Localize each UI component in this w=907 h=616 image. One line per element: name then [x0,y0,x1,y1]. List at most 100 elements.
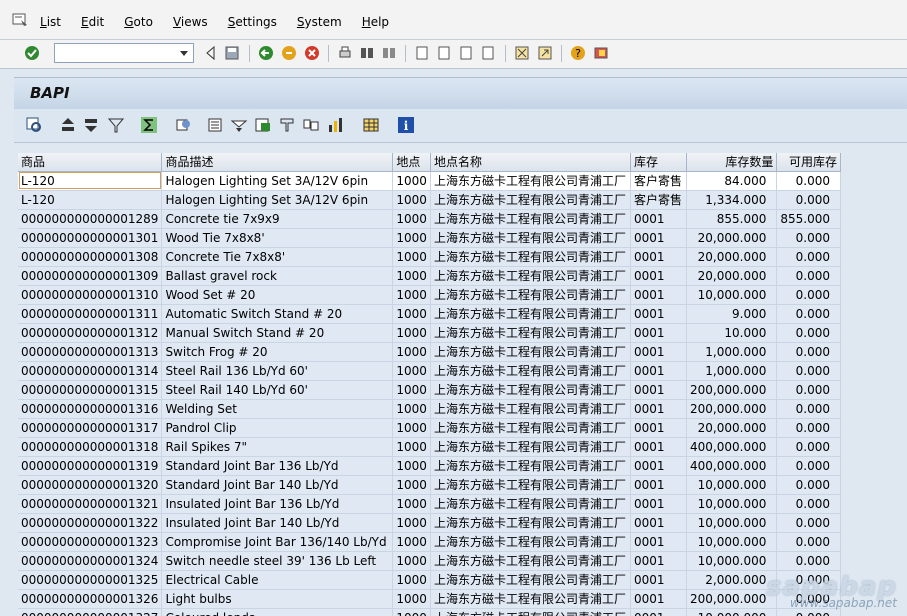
chevron-down-icon[interactable] [177,46,191,60]
table-cell[interactable]: 0001 [630,228,688,248]
column-header-stock-quantity[interactable]: 库存数量 [686,153,778,172]
table-cell[interactable]: 0.000 [776,513,841,533]
table-cell[interactable]: 0001 [630,589,688,609]
table-row[interactable]: 000000000000001320 Standard Joint Bar 140… [18,475,841,495]
table-cell[interactable]: 上海东方磁卡工程有限公司青浦工厂 [430,266,632,286]
table-cell[interactable]: 000000000000001317 [18,418,163,438]
table-cell[interactable]: 0001 [630,399,688,419]
table-cell[interactable]: 0001 [630,285,688,305]
collapse-arrow-icon[interactable] [203,45,219,61]
table-cell[interactable]: Rail Spikes 7" [161,437,394,457]
table-cell[interactable]: 1000 [392,285,431,305]
table-cell[interactable]: 200,000.000 [686,589,778,609]
table-cell[interactable]: 上海东方磁卡工程有限公司青浦工厂 [430,437,632,457]
table-row[interactable]: L-120 Halogen Lighting Set 3A/12V 6pin 100… [18,190,841,210]
table-cell[interactable]: 10,000.000 [686,494,778,514]
table-cell[interactable]: 000000000000001313 [18,342,163,362]
table-cell[interactable]: 1000 [392,190,431,210]
table-cell[interactable]: Halogen Lighting Set 3A/12V 6pin [161,171,394,191]
table-cell[interactable]: 000000000000001319 [18,456,163,476]
table-cell[interactable]: 000000000000001327 [18,608,163,616]
help-icon[interactable]: ? [570,45,586,61]
table-row[interactable]: 000000000000001289 Concrete tie 7x9x9 1000… [18,209,841,229]
table-row[interactable]: L-120 Halogen Lighting Set 3A/12V 6pin 100… [18,171,841,191]
filter-icon[interactable] [107,116,125,134]
table-row[interactable]: 000000000000001321 Insulated Joint Bar 13… [18,494,841,514]
table-cell[interactable]: Switch Frog # 20 [161,342,394,362]
table-cell[interactable]: 0.000 [776,323,841,343]
table-cell[interactable]: 1000 [392,589,431,609]
system-menu-icon[interactable] [12,13,28,27]
table-cell[interactable]: 1,000.000 [686,361,778,381]
menu-views[interactable]: Views [173,15,208,29]
table-cell[interactable]: 0001 [630,361,688,381]
table-cell[interactable]: 000000000000001315 [18,380,163,400]
table-cell[interactable]: 1000 [392,342,431,362]
table-cell[interactable]: 0001 [630,209,688,229]
table-row[interactable]: 000000000000001317 Pandrol Clip 1000 上海东方磁卡… [18,418,841,438]
table-cell[interactable]: 10,000.000 [686,532,778,552]
table-cell[interactable]: 0001 [630,513,688,533]
table-cell[interactable]: 1000 [392,361,431,381]
table-cell[interactable]: 0.000 [776,228,841,248]
table-cell[interactable]: 0001 [630,342,688,362]
table-cell[interactable]: 000000000000001322 [18,513,163,533]
next-page-icon[interactable] [458,45,474,61]
layout-icon[interactable] [362,116,380,134]
table-cell[interactable]: 0.000 [776,456,841,476]
print-preview-icon[interactable] [174,116,192,134]
table-cell[interactable]: 上海东方磁卡工程有限公司青浦工厂 [430,304,632,324]
table-cell[interactable]: 0001 [630,304,688,324]
table-row[interactable]: 000000000000001309 Ballast gravel rock 100… [18,266,841,286]
table-cell[interactable]: 0.000 [776,532,841,552]
table-cell[interactable]: 1000 [392,513,431,533]
table-cell[interactable]: 855.000 [776,209,841,229]
table-cell[interactable]: 10,000.000 [686,513,778,533]
table-cell[interactable]: Concrete tie 7x9x9 [161,209,394,229]
table-cell[interactable]: 0001 [630,551,688,571]
table-cell[interactable]: 400,000.000 [686,456,778,476]
table-cell[interactable]: 上海东方磁卡工程有限公司青浦工厂 [430,247,632,267]
table-cell[interactable]: 上海东方磁卡工程有限公司青浦工厂 [430,323,632,343]
menu-list[interactable]: List [40,15,61,29]
table-cell[interactable]: 上海东方磁卡工程有限公司青浦工厂 [430,494,632,514]
table-cell[interactable]: 0.000 [776,342,841,362]
table-row[interactable]: 000000000000001308 Concrete Tie 7x8x8' 100… [18,247,841,267]
table-cell[interactable]: Steel Rail 136 Lb/Yd 60' [161,361,394,381]
table-cell[interactable]: 000000000000001326 [18,589,163,609]
table-cell[interactable]: Halogen Lighting Set 3A/12V 6pin [161,190,394,210]
table-cell[interactable]: 1000 [392,399,431,419]
last-page-icon[interactable] [480,45,496,61]
table-cell[interactable]: 000000000000001316 [18,399,163,419]
table-cell[interactable]: L-120 [18,190,163,210]
table-cell[interactable]: 上海东方磁卡工程有限公司青浦工厂 [430,589,632,609]
information-icon[interactable]: i [397,116,415,134]
table-cell[interactable]: 1000 [392,494,431,514]
table-cell[interactable]: Concrete Tie 7x8x8' [161,247,394,267]
table-cell[interactable]: 1000 [392,437,431,457]
table-cell[interactable]: 1000 [392,380,431,400]
table-cell[interactable]: Standard Joint Bar 140 Lb/Yd [161,475,394,495]
table-cell[interactable]: 上海东方磁卡工程有限公司青浦工厂 [430,171,632,191]
column-header-available-stock[interactable]: 可用库存 [776,153,841,172]
menu-system[interactable]: System [297,15,342,29]
table-cell[interactable]: 1000 [392,532,431,552]
table-cell[interactable]: 0.000 [776,418,841,438]
column-header-material[interactable]: 商品 [18,153,163,172]
table-cell[interactable]: 1000 [392,171,431,191]
table-cell[interactable]: 上海东方磁卡工程有限公司青浦工厂 [430,380,632,400]
table-cell[interactable]: 1000 [392,304,431,324]
table-cell[interactable]: 000000000000001312 [18,323,163,343]
table-cell[interactable]: 0.000 [776,190,841,210]
print-icon[interactable] [337,45,353,61]
table-cell[interactable]: 0.000 [776,247,841,267]
table-cell[interactable]: 0001 [630,418,688,438]
table-row[interactable]: 000000000000001322 Insulated Joint Bar 14… [18,513,841,533]
table-cell[interactable]: Electrical Cable [161,570,394,590]
column-header-storage-location[interactable]: 库存 [630,153,688,172]
table-cell[interactable]: 1000 [392,209,431,229]
table-row[interactable]: 000000000000001318 Rail Spikes 7" 1000 上海东方… [18,437,841,457]
table-row[interactable]: 000000000000001312 Manual Switch Stand # … [18,323,841,343]
table-cell[interactable]: 客户寄售 [630,190,688,210]
table-cell[interactable]: 855.000 [686,209,778,229]
